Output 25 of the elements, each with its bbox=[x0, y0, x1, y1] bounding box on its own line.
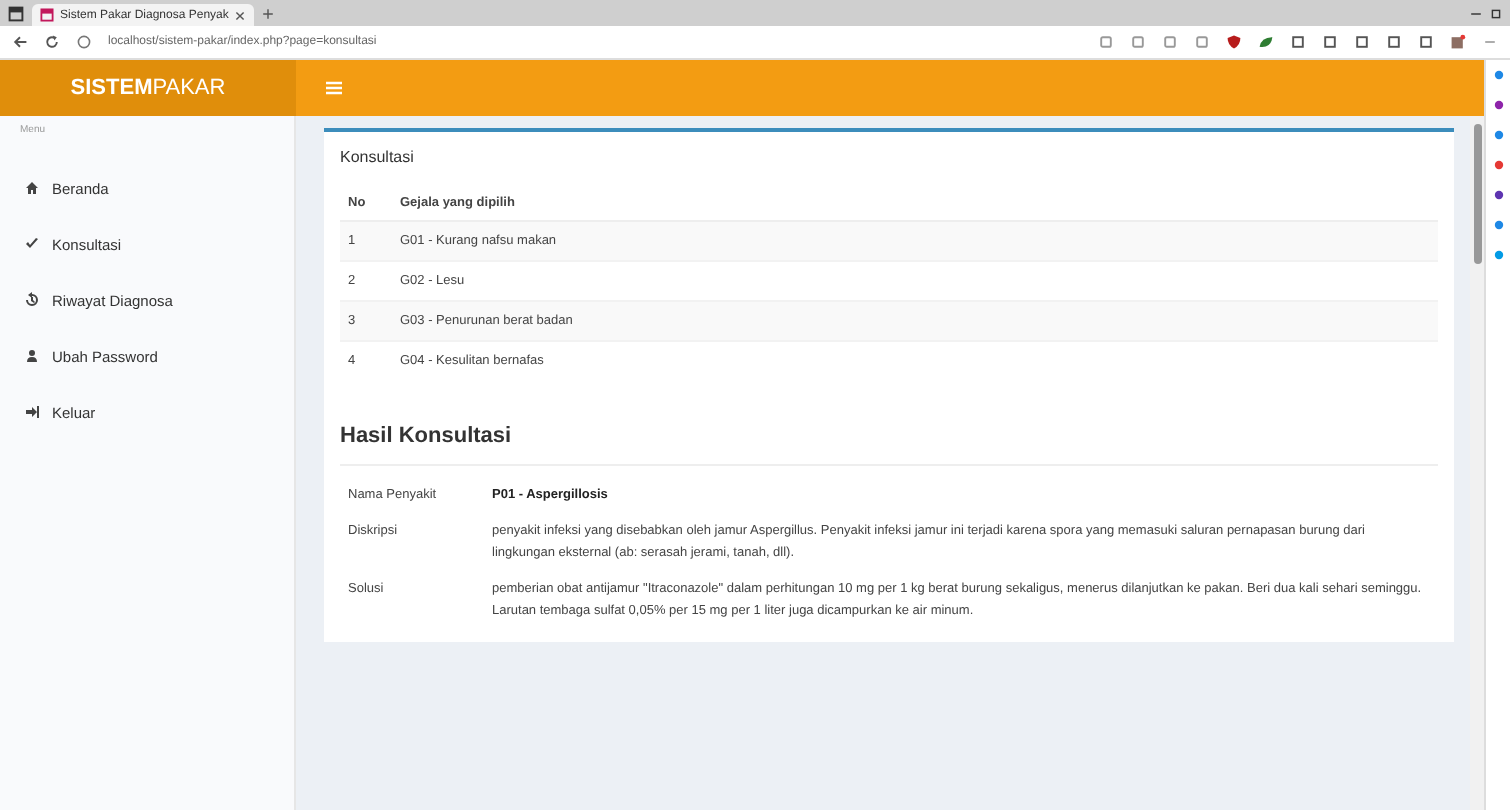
side-app-icon[interactable] bbox=[1491, 68, 1505, 82]
side-app-icon[interactable] bbox=[1491, 98, 1505, 112]
close-icon[interactable] bbox=[234, 9, 247, 21]
side-app-icon[interactable] bbox=[1491, 128, 1505, 142]
calendar-icon bbox=[40, 8, 54, 22]
section-title: Hasil Konsultasi bbox=[340, 424, 1438, 466]
side-app-icon[interactable] bbox=[1491, 158, 1505, 172]
maximize-icon[interactable] bbox=[1490, 7, 1502, 19]
new-tab-icon[interactable] bbox=[262, 7, 275, 19]
refresh-icon[interactable] bbox=[44, 34, 60, 50]
history-icon bbox=[24, 292, 40, 308]
user-icon bbox=[24, 348, 40, 364]
side-app-icon[interactable] bbox=[1491, 218, 1505, 232]
check-icon bbox=[24, 236, 40, 252]
side-app-icon[interactable] bbox=[1491, 188, 1505, 202]
tab-actions-icon[interactable] bbox=[8, 5, 24, 21]
card-title: Konsultasi bbox=[340, 148, 416, 170]
scrollbar[interactable] bbox=[1470, 116, 1484, 810]
shield-icon[interactable] bbox=[1226, 34, 1242, 50]
leaf-icon[interactable] bbox=[1258, 34, 1274, 50]
home-icon bbox=[24, 180, 40, 196]
extension-icon[interactable] bbox=[1450, 34, 1466, 50]
back-icon[interactable] bbox=[12, 34, 28, 50]
logout-icon bbox=[24, 404, 40, 420]
minimize-icon[interactable] bbox=[1470, 7, 1482, 19]
